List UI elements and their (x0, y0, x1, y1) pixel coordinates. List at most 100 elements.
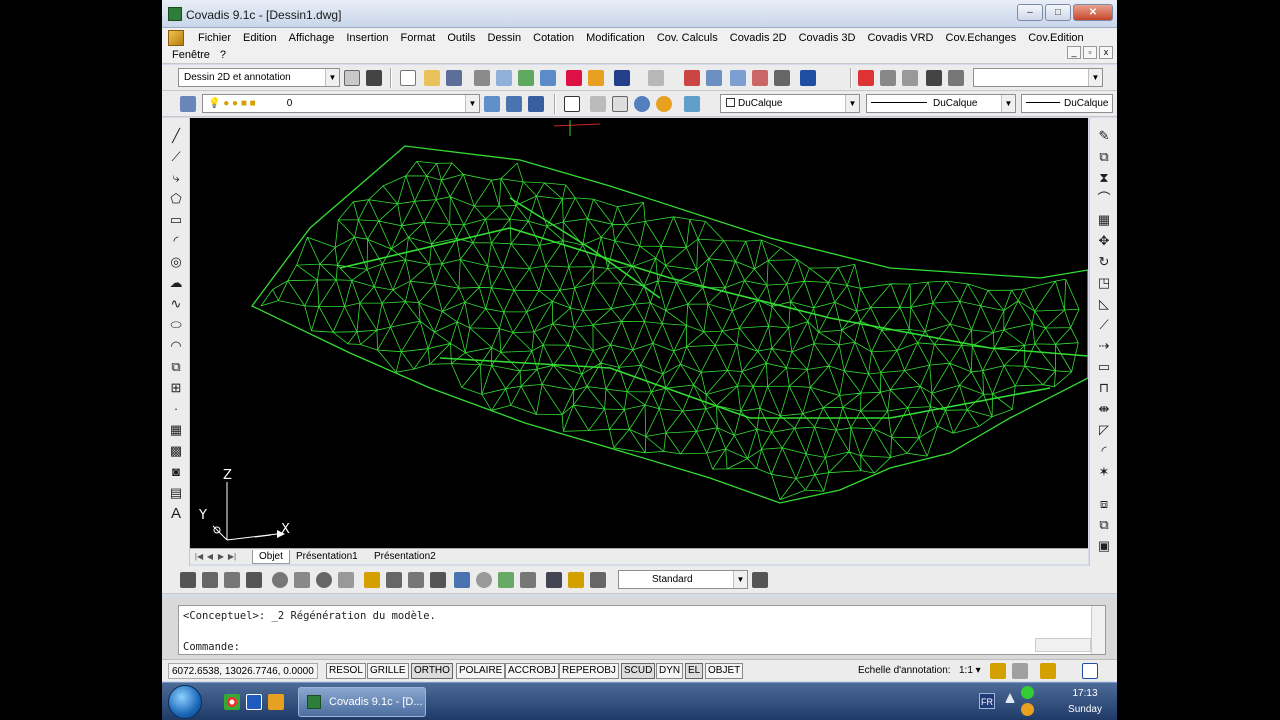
make-block-icon[interactable]: ⊞ (168, 380, 184, 396)
radius-icon[interactable] (272, 572, 288, 588)
menu-item-covadis-vrd[interactable]: Covadis VRD (861, 30, 939, 46)
menu-item-fenetre[interactable]: Fenêtre (172, 47, 210, 63)
design-center-icon[interactable] (752, 70, 768, 86)
chrome-icon[interactable] (224, 694, 240, 710)
fillet-icon[interactable]: ◜ (1096, 443, 1112, 459)
close-button[interactable]: ✕ (1073, 4, 1113, 21)
chamfer-icon[interactable]: ◸ (1096, 422, 1112, 438)
polygon-icon[interactable]: ⬠ (168, 191, 184, 207)
move-icon[interactable]: ✥ (1096, 233, 1112, 249)
publish-icon[interactable] (518, 70, 534, 86)
extend-icon[interactable]: ⇢ (1096, 338, 1112, 354)
media-player-icon[interactable] (268, 694, 284, 710)
match-properties-icon[interactable] (588, 70, 604, 86)
menu-item-help[interactable]: ? (220, 47, 226, 63)
redo-icon[interactable] (648, 70, 664, 86)
drawing-canvas[interactable]: Z Y X (190, 118, 1088, 548)
zoom-icon[interactable] (706, 70, 722, 86)
command-box[interactable]: <Conceptuel>: _2 Régénération du modèle.… (178, 605, 1106, 655)
status-toggle-dyn[interactable]: DYN (656, 663, 684, 679)
previous-tab-button[interactable]: ◀ (205, 551, 215, 562)
center-mark-icon[interactable] (476, 572, 492, 588)
menu-item-cov-edition[interactable]: Cov.Edition (1022, 30, 1089, 46)
menu-item-fichier[interactable]: Fichier (192, 30, 237, 46)
linetype-select[interactable]: DuCalque ▼ (866, 94, 1016, 113)
status-toggle-el[interactable]: EL (685, 663, 704, 679)
polyline-icon[interactable]: ⤷ (168, 170, 184, 186)
first-tab-button[interactable]: |◀ (194, 551, 204, 562)
draw-order-front-icon[interactable]: ⧈ (1096, 496, 1112, 512)
scale-icon[interactable]: ◳ (1096, 275, 1112, 291)
insert-block-icon[interactable]: ⧉ (168, 359, 184, 375)
arc-length-icon[interactable] (224, 572, 240, 588)
bring-above-icon[interactable]: ▣ (1096, 538, 1112, 554)
rotate-icon[interactable]: ↻ (1096, 254, 1112, 270)
zoom-previous-icon[interactable] (926, 70, 942, 86)
zoom-window-icon[interactable] (902, 70, 918, 86)
title-bar[interactable]: Covadis 9.1c - [Dessin1.dwg] ‒ □ ✕ (162, 0, 1117, 28)
menu-item-outils[interactable]: Outils (441, 30, 481, 46)
circle-icon[interactable]: ◎ (168, 254, 184, 270)
jogged-icon[interactable] (294, 572, 310, 588)
erase-icon[interactable]: ✎ (1096, 128, 1112, 144)
layer-manager-icon[interactable] (180, 96, 196, 112)
language-indicator[interactable]: FR (979, 693, 995, 709)
print-preview-icon[interactable] (496, 70, 512, 86)
save-icon[interactable] (446, 70, 462, 86)
minimize-button[interactable]: ‒ (1017, 4, 1043, 21)
properties-icon[interactable] (730, 70, 746, 86)
table-icon[interactable]: ▤ (168, 485, 184, 501)
system-clock[interactable]: 17:13 Sunday (1065, 686, 1105, 718)
revision-cloud-icon[interactable]: ☁ (168, 275, 184, 291)
toolbar-search-select[interactable]: ▼ (973, 68, 1103, 87)
angular-icon[interactable] (338, 572, 354, 588)
conceptual-icon[interactable] (656, 96, 672, 112)
layer-states-icon[interactable] (528, 96, 544, 112)
menu-item-cov-calculs[interactable]: Cov. Calculs (651, 30, 724, 46)
break-icon[interactable]: ⊓ (1096, 380, 1112, 396)
explode-icon[interactable]: ✶ (1096, 464, 1112, 480)
tab-objet[interactable]: Objet (252, 550, 290, 564)
make-layer-current-icon[interactable] (484, 96, 500, 112)
break-at-point-icon[interactable]: ▭ (1096, 359, 1112, 375)
menu-item-cotation[interactable]: Cotation (527, 30, 580, 46)
auto-scale-icon[interactable] (1012, 663, 1028, 679)
pan-icon[interactable] (684, 70, 700, 86)
3d-dwf-icon[interactable] (540, 70, 556, 86)
ellipse-icon[interactable]: ⬭ (168, 317, 184, 333)
copy-icon[interactable]: ⧉ (1096, 149, 1112, 165)
trim-icon[interactable]: ⟋ (1096, 317, 1112, 333)
3d-wireframe-icon[interactable] (590, 96, 606, 112)
help-icon[interactable] (800, 70, 816, 86)
color-select[interactable]: DuCalque ▼ (720, 94, 860, 113)
sheet-set-icon[interactable] (948, 70, 964, 86)
tab-prsentation2[interactable]: Présentation2 (368, 550, 442, 564)
offset-icon[interactable]: ⌒ (1096, 191, 1112, 207)
menu-item-affichage[interactable]: Affichage (283, 30, 341, 46)
menu-item-cov-echanges[interactable]: Cov.Echanges (940, 30, 1023, 46)
zoom-realtime-icon[interactable] (880, 70, 896, 86)
visual-styles-icon[interactable] (684, 96, 700, 112)
dimension-space-icon[interactable] (430, 572, 446, 588)
annotation-scale-select[interactable]: 1:1 ▾ (959, 665, 981, 676)
covadis-app-icon[interactable] (168, 7, 182, 21)
doc-minimize-button[interactable]: _ (1067, 46, 1081, 59)
next-tab-button[interactable]: ▶ (216, 551, 226, 562)
layer-previous-icon[interactable] (506, 96, 522, 112)
array-icon[interactable]: ▦ (1096, 212, 1112, 228)
status-toggle-accrobj[interactable]: ACCROBJ (505, 663, 559, 679)
lineweight-select[interactable]: DuCalque (1021, 94, 1113, 113)
multiline-text-icon[interactable]: A (168, 506, 184, 522)
taskbar-item-covadis[interactable]: Covadis 9.1c - [D... (298, 687, 426, 717)
layer-select[interactable]: 💡 ● ● ■ ■ 0 ▼ (202, 94, 480, 113)
network-status-icon[interactable] (1021, 686, 1034, 699)
construction-line-icon[interactable]: ⟋ (168, 149, 184, 165)
dimension-style-select[interactable]: Standard ▼ (618, 570, 748, 589)
menu-item-format[interactable]: Format (395, 30, 442, 46)
inspection-icon[interactable] (498, 572, 514, 588)
line-icon[interactable]: ╱ (168, 128, 184, 144)
arc-icon[interactable]: ◜ (168, 233, 184, 249)
status-toggle-objet[interactable]: OBJET (705, 663, 744, 679)
menu-item-insertion[interactable]: Insertion (340, 30, 394, 46)
show-hidden-icons-icon[interactable] (1005, 693, 1015, 703)
